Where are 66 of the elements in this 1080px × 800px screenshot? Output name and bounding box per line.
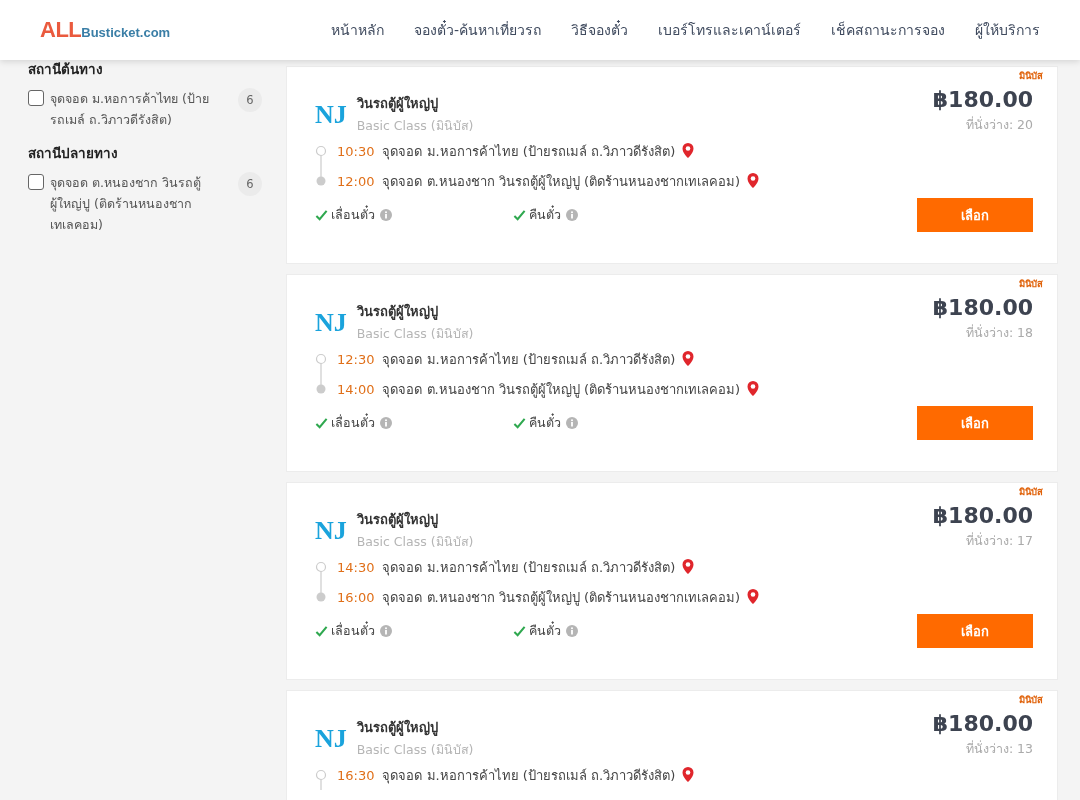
bus-type-label: มินิบัส bbox=[1019, 485, 1043, 499]
map-pin-icon[interactable] bbox=[746, 588, 761, 606]
operator-name: วินรถตู้ผู้ใหญ่ปู bbox=[356, 302, 439, 322]
stop-name: จุดจอด ม.หอการค้าไทย (ป้ายรถเมล์ ถ.วิภาวดีรังสิต) bbox=[382, 142, 676, 162]
stop-name: จุดจอด ม.หอการค้าไทย (ป้ายรถเมล์ ถ.วิภาวดีรังสิต) bbox=[382, 350, 676, 370]
filter-heading: สถานีต้นทาง bbox=[28, 60, 104, 79]
seats-available: ที่นั่งว่าง: 13 bbox=[965, 739, 1033, 758]
price: ฿180.00 bbox=[932, 87, 1033, 112]
operator-logo: NJ bbox=[315, 307, 347, 338]
map-pin-icon[interactable] bbox=[746, 172, 761, 190]
nav-link[interactable]: หน้าหลัก bbox=[330, 19, 384, 41]
nav-link[interactable]: วิธีจองตั๋ว bbox=[571, 19, 628, 41]
operator-name: วินรถตู้ผู้ใหญ่ปู bbox=[356, 510, 439, 530]
nav-link[interactable]: เช็คสถานะการจอง bbox=[831, 19, 945, 41]
departure-time: 14:00 bbox=[337, 381, 375, 397]
bus-type-label: มินิบัส bbox=[1019, 693, 1043, 707]
map-pin-icon[interactable] bbox=[746, 380, 761, 398]
filter-label: จุดจอด ม.หอการค้าไทย (ป้ายรถเมล์ ถ.วิภาวดีรังสิต) bbox=[50, 90, 210, 129]
feature-label: เลื่อนตั๋ว bbox=[331, 413, 375, 432]
departure-time: 14:30 bbox=[337, 559, 375, 575]
count-badge: 6 bbox=[238, 172, 262, 196]
stop-name: จุดจอด ต.หนองชาก วินรถตู้ผู้ใหญ่ปู (ติดร้านหนองชากเทเลคอม) bbox=[382, 380, 741, 400]
bus-type-label: มินิบัส bbox=[1019, 69, 1043, 83]
departure-time: 10:30 bbox=[337, 143, 375, 159]
bus-type-label: มินิบัส bbox=[1019, 277, 1043, 291]
class-label: Basic Class (มินิบัส) bbox=[356, 325, 474, 343]
departure-time: 12:30 bbox=[337, 351, 375, 367]
filter-heading: สถานีปลายทาง bbox=[28, 144, 119, 163]
departure-time: 16:00 bbox=[337, 589, 375, 605]
map-pin-icon[interactable] bbox=[681, 142, 696, 160]
stop-name: จุดจอด ม.หอการค้าไทย (ป้ายรถเมล์ ถ.วิภาวดีรังสิต) bbox=[382, 558, 676, 578]
class-label: Basic Class (มินิบัส) bbox=[356, 741, 474, 759]
feature-label: คืนตั๋ว bbox=[529, 205, 561, 224]
checkbox[interactable] bbox=[28, 174, 44, 190]
seats-available: ที่นั่งว่าง: 20 bbox=[965, 115, 1033, 134]
nav-link[interactable]: เบอร์โทรและเคาน์เตอร์ bbox=[658, 19, 801, 41]
class-label: Basic Class (มินิบัส) bbox=[356, 533, 474, 551]
map-pin-icon[interactable] bbox=[681, 350, 696, 368]
stop-name: จุดจอด ต.หนองชาก วินรถตู้ผู้ใหญ่ปู (ติดร้านหนองชากเทเลคอม) bbox=[382, 588, 741, 608]
count-badge: 6 bbox=[238, 88, 262, 112]
checkbox[interactable] bbox=[28, 90, 44, 106]
departure-time: 12:00 bbox=[337, 173, 375, 189]
nav-link[interactable]: จองตั๋ว-ค้นหาเที่ยวรถ bbox=[413, 19, 541, 41]
stop-name: จุดจอด ม.หอการค้าไทย (ป้ายรถเมล์ ถ.วิภาวดีรังสิต) bbox=[382, 766, 676, 786]
operator-name: วินรถตู้ผู้ใหญ่ปู bbox=[356, 94, 439, 114]
filter-label: จุดจอด ต.หนองชาก วินรถตู้ผู้ใหญ่ปู (ติดร้านหนองชากเทเลคอม) bbox=[50, 174, 202, 234]
price: ฿180.00 bbox=[932, 295, 1033, 320]
departure-time: 16:30 bbox=[337, 767, 375, 783]
price: ฿180.00 bbox=[932, 503, 1033, 528]
operator-logo: NJ bbox=[315, 515, 347, 546]
map-pin-icon[interactable] bbox=[681, 558, 696, 576]
nav-link[interactable]: ผู้ให้บริการ bbox=[975, 19, 1040, 41]
site-logo[interactable]: ALLBusticket.com bbox=[40, 17, 171, 43]
feature-label: คืนตั๋ว bbox=[529, 413, 561, 432]
feature-label: เลื่อนตั๋ว bbox=[331, 205, 375, 224]
operator-logo: NJ bbox=[315, 99, 347, 130]
feature-label: คืนตั๋ว bbox=[529, 621, 561, 640]
class-label: Basic Class (มินิบัส) bbox=[356, 117, 474, 135]
operator-logo: NJ bbox=[315, 723, 347, 754]
price: ฿180.00 bbox=[932, 711, 1033, 736]
feature-label: เลื่อนตั๋ว bbox=[331, 621, 375, 640]
map-pin-icon[interactable] bbox=[681, 766, 696, 784]
seats-available: ที่นั่งว่าง: 18 bbox=[965, 323, 1033, 342]
operator-name: วินรถตู้ผู้ใหญ่ปู bbox=[356, 718, 439, 738]
seats-available: ที่นั่งว่าง: 17 bbox=[965, 531, 1033, 550]
stop-name: จุดจอด ต.หนองชาก วินรถตู้ผู้ใหญ่ปู (ติดร้านหนองชากเทเลคอม) bbox=[382, 172, 741, 192]
